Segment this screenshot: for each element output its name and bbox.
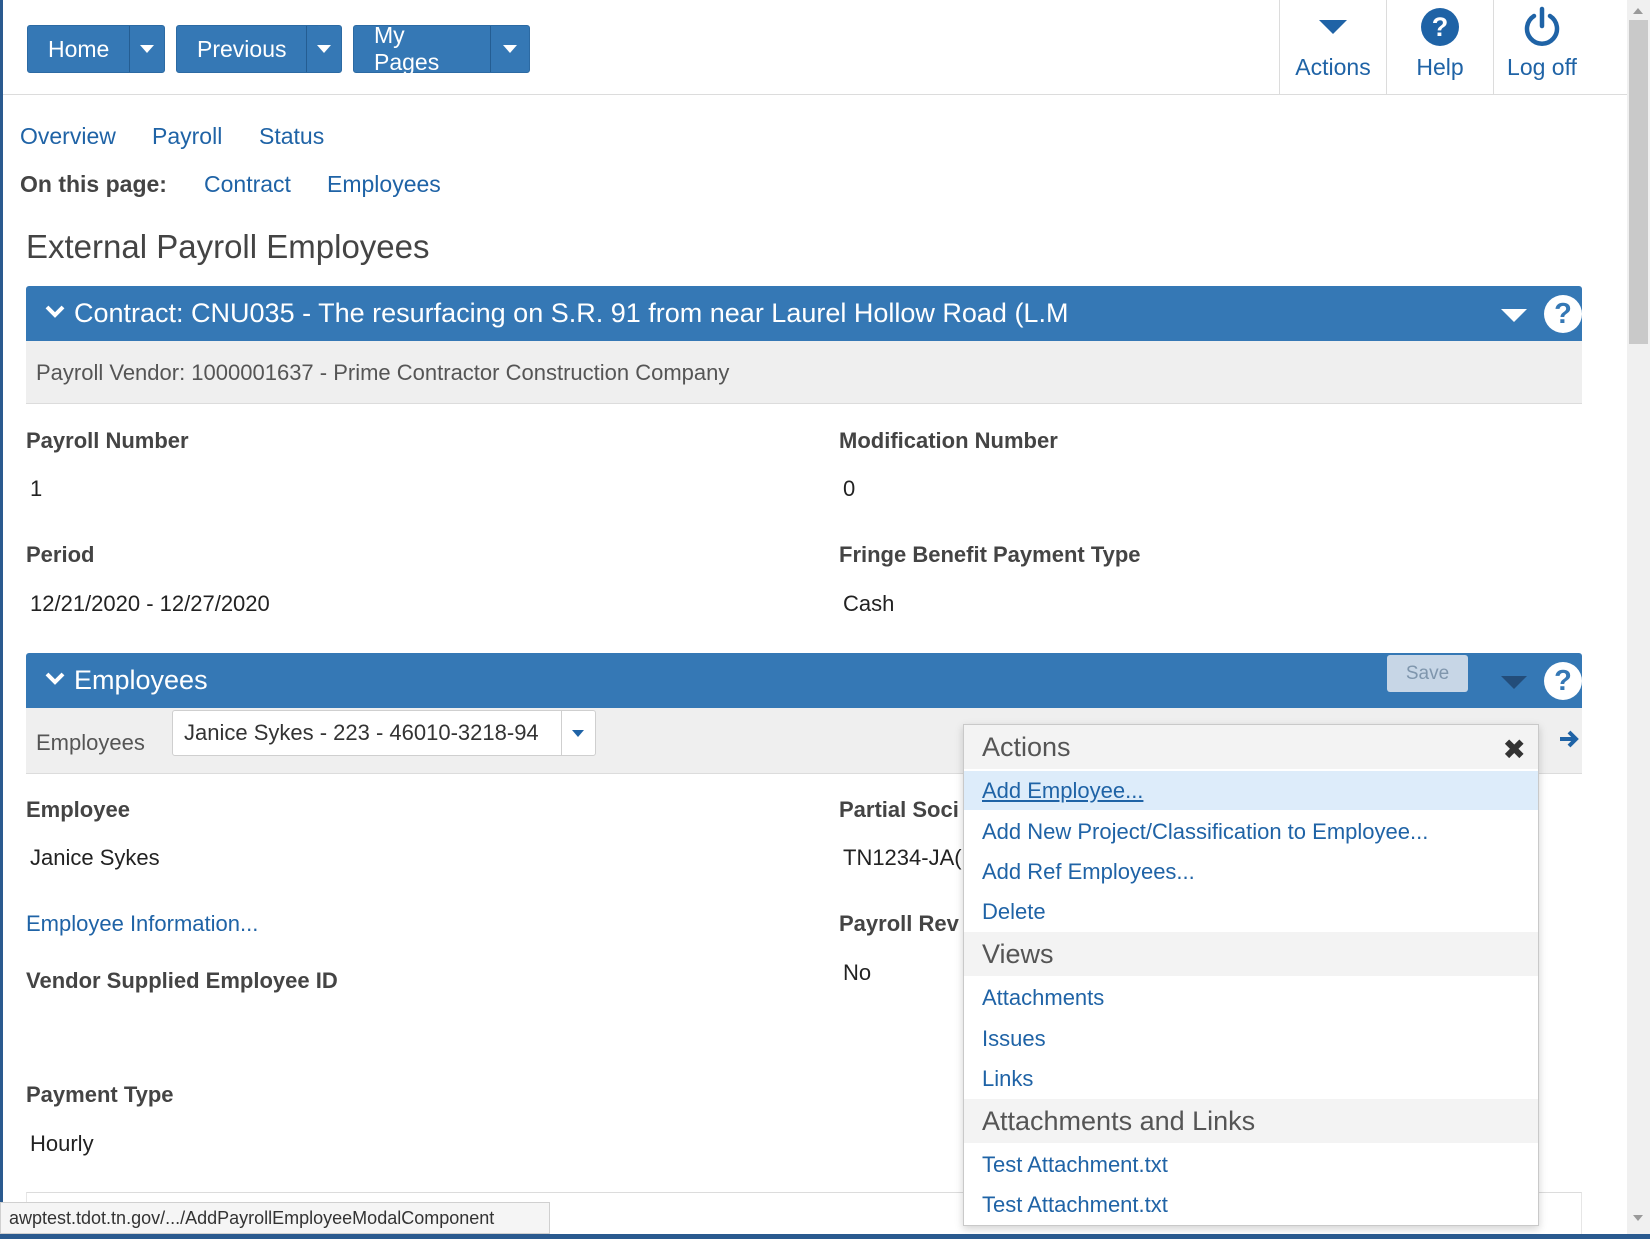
panel-menu-caret-icon[interactable] (1501, 676, 1527, 689)
scroll-down-arrow-icon[interactable] (1633, 1215, 1643, 1221)
period-label: Period (26, 542, 95, 567)
svg-text:?: ? (1432, 12, 1449, 42)
log-off-label[interactable]: Log off (1507, 54, 1577, 81)
chevron-down-icon (45, 305, 65, 318)
menu-item-links[interactable]: Links (964, 1059, 1538, 1098)
employees-help-icon[interactable]: ? (1544, 662, 1582, 700)
menu-item-issues[interactable]: Issues (964, 1019, 1538, 1058)
previous-button-label[interactable]: Previous (177, 26, 306, 72)
employee-information-link[interactable]: Employee Information... (26, 911, 258, 937)
my-pages-button[interactable]: My Pages (353, 22, 530, 75)
caret-down-icon (140, 45, 155, 53)
contract-help-icon[interactable]: ? (1544, 295, 1582, 333)
caret-down-icon (572, 729, 585, 737)
actions-top-button[interactable]: Actions (1279, 0, 1386, 94)
actions-menu-title-text: Actions (982, 731, 1071, 762)
help-top-button[interactable]: ? Help (1386, 0, 1493, 94)
menu-item-attachment-file[interactable]: Test Attachment.txt (964, 1145, 1538, 1184)
my-pages-dropdown-caret[interactable] (490, 26, 529, 72)
actions-menu-title: Actions ✖ (964, 725, 1538, 769)
contract-panel-title: Contract: CNU035 - The resurfacing on S.… (74, 298, 1069, 328)
vendor-bar: Payroll Vendor: 1000001637 - Prime Contr… (26, 341, 1582, 404)
scrollbar-thumb[interactable] (1629, 20, 1648, 344)
tab-payroll[interactable]: Payroll (152, 123, 222, 150)
panel-menu-caret-icon[interactable] (1501, 309, 1527, 322)
window-frame-bottom (0, 1234, 1650, 1239)
actions-top-label[interactable]: Actions (1295, 54, 1370, 81)
caret-down-icon (317, 45, 332, 53)
employees-panel-header[interactable]: Employees ? (26, 653, 1582, 708)
employee-value: Janice Sykes (30, 845, 160, 870)
attachments-links-title-text: Attachments and Links (982, 1105, 1256, 1136)
home-button-label[interactable]: Home (28, 26, 129, 72)
payroll-vendor-text: Payroll Vendor: 1000001637 - Prime Contr… (36, 360, 730, 385)
chevron-down-icon (45, 672, 65, 685)
payment-type-value: Hourly (30, 1131, 94, 1156)
menu-item-add-ref-employees[interactable]: Add Ref Employees... (964, 852, 1538, 891)
views-section-title-text: Views (982, 938, 1054, 969)
close-icon[interactable]: ✖ (1503, 733, 1526, 766)
top-navigation-bar: Home Previous My Pages Actions ? Help Lo… (3, 0, 1627, 95)
browser-status-bar: awptest.tdot.tn.gov/.../AddPayrollEmploy… (0, 1202, 550, 1234)
modification-number-value: 0 (843, 476, 856, 501)
help-top-label[interactable]: Help (1416, 54, 1463, 81)
attachments-links-section-title: Attachments and Links (964, 1099, 1538, 1143)
menu-item-attachment-file[interactable]: Test Attachment.txt (964, 1185, 1538, 1224)
window-frame-left (0, 0, 3, 1239)
partial-ssn-value: TN1234-JA( (843, 845, 962, 870)
help-icon: ? (1421, 8, 1459, 46)
log-off-button[interactable]: Log off (1493, 0, 1590, 94)
vendor-supplied-id-label: Vendor Supplied Employee ID (26, 968, 338, 993)
payment-type-label: Payment Type (26, 1082, 174, 1107)
on-this-page-label: On this page: (20, 171, 167, 197)
fringe-benefit-value: Cash (843, 591, 895, 616)
menu-item-attachments[interactable]: Attachments (964, 978, 1538, 1017)
menu-item-delete[interactable]: Delete (964, 892, 1538, 931)
employee-select-value[interactable]: Janice Sykes - 223 - 46010-3218-94 (173, 720, 561, 746)
my-pages-button-label[interactable]: My Pages (354, 22, 490, 75)
page-title: External Payroll Employees (26, 228, 430, 265)
menu-item-add-project-classification[interactable]: Add New Project/Classification to Employ… (964, 812, 1538, 851)
contract-panel-header[interactable]: Contract: CNU035 - The resurfacing on S.… (26, 286, 1582, 341)
fringe-benefit-label: Fringe Benefit Payment Type (839, 542, 1141, 567)
menu-item-add-employee[interactable]: Add Employee... (964, 771, 1538, 810)
partial-ssn-label: Partial Soci (839, 797, 959, 822)
payroll-number-label: Payroll Number (26, 428, 189, 453)
employees-panel-title: Employees (74, 665, 208, 695)
power-icon (1524, 6, 1560, 46)
vertical-scrollbar[interactable] (1627, 0, 1650, 1234)
actions-menu: Actions ✖ Add Employee... Add New Projec… (963, 724, 1539, 1226)
tab-status[interactable]: Status (259, 123, 324, 150)
home-button[interactable]: Home (27, 25, 165, 73)
modification-number-label: Modification Number (839, 428, 1058, 453)
employee-select[interactable]: Janice Sykes - 223 - 46010-3218-94 (172, 710, 596, 756)
scroll-up-arrow-icon[interactable] (1633, 8, 1643, 14)
previous-dropdown-caret[interactable] (306, 26, 341, 72)
payroll-number-value: 1 (30, 476, 43, 501)
actions-caret-icon (1319, 20, 1347, 34)
employee-label: Employee (26, 797, 130, 822)
employee-select-caret[interactable] (560, 711, 595, 755)
tab-overview[interactable]: Overview (20, 123, 116, 150)
caret-down-icon (503, 45, 518, 53)
arrow-right-icon[interactable] (1558, 728, 1582, 750)
employees-select-label: Employees (36, 730, 145, 755)
home-dropdown-caret[interactable] (129, 26, 164, 72)
jump-link-contract[interactable]: Contract (204, 171, 291, 198)
jump-link-employees[interactable]: Employees (327, 171, 441, 198)
period-value: 12/21/2020 - 12/27/2020 (30, 591, 270, 616)
views-section-title: Views (964, 932, 1538, 976)
payroll-rev-value: No (843, 960, 872, 985)
payroll-rev-label: Payroll Rev (839, 911, 959, 936)
previous-button[interactable]: Previous (176, 25, 342, 73)
save-button[interactable]: Save (1387, 655, 1468, 692)
